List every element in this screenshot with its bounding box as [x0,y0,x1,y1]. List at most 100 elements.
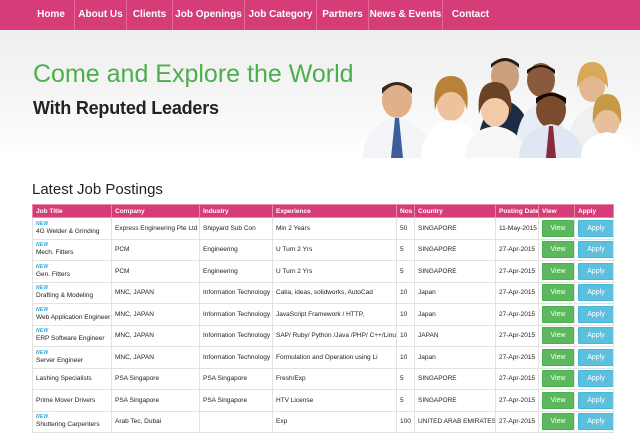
view-cell: View [538,324,575,347]
industry-cell: PSA Singapore [199,389,273,412]
header-posting-date: Posting Date [495,204,539,218]
job-title-link[interactable]: Gen. Fitters [36,270,108,279]
company-cell: MNC, JAPAN [111,346,200,369]
apply-cell: Apply [574,260,614,283]
apply-button[interactable]: Apply [578,305,613,323]
apply-cell: Apply [574,389,614,412]
table-row: NEW Shuttering Carpenters Arab Tec, Dubai E… [32,410,614,433]
apply-cell: Apply [574,367,614,390]
view-button[interactable]: View [542,370,574,388]
header-country: Country [414,204,496,218]
nav-news-events[interactable]: News & Events [368,0,442,30]
job-title-link[interactable]: Web Application Engineer [36,313,110,322]
job-title-link[interactable]: Prime Mover Drivers [36,396,108,405]
view-cell: View [538,303,575,326]
apply-button[interactable]: Apply [578,262,613,280]
header-industry: Industry [199,204,273,218]
apply-button[interactable]: Apply [578,370,613,388]
table-row: NEW Gen. Fitters PCM Engineering U Turn 2 Yr… [32,260,614,283]
hero-subtitle: With Reputed Leaders [33,98,219,118]
posting-date-cell: 11-May-2015 [495,217,539,240]
nos-cell: 5 [396,389,415,412]
table-row: NEW ERP Software Engineer MNC, JAPAN Inform… [32,324,614,347]
view-button[interactable]: View [542,348,574,366]
company-cell: MNC, JAPAN [111,324,200,347]
job-title-link[interactable]: 4G Welder & Grinding [36,227,108,236]
job-title-cell: NEW Drafting & Modeling [32,281,112,304]
job-postings-table: Job Title Company Industry Experience No… [32,204,614,433]
view-button[interactable]: View [542,305,574,323]
view-button[interactable]: View [542,391,574,409]
job-title-link[interactable]: Shuttering Carpenters [36,420,108,429]
table-row: NEW Server Engineer MNC, JAPAN Information … [32,346,614,369]
experience-cell: JavaScript Framework / HTTP, [272,303,397,326]
nav-partners[interactable]: Partners [316,0,368,30]
company-cell: MNC, JAPAN [111,281,200,304]
main-nav: Home About Us Clients Job Openings Job C… [0,0,640,30]
job-title-link[interactable]: Mech. Fitters [36,248,108,257]
view-cell: View [538,410,575,433]
job-title-link[interactable]: ERP Software Engineer [36,334,108,343]
apply-cell: Apply [574,281,614,304]
job-title-link[interactable]: Lashing Specialists [36,374,108,383]
header-nos: Nos [396,204,415,218]
table-row: NEW Web Application Engineer MNC, JAPAN Inf… [32,303,614,326]
apply-button[interactable]: Apply [578,391,613,409]
nav-job-category[interactable]: Job Category [244,0,316,30]
view-cell: View [538,217,575,240]
nos-cell: 50 [396,217,415,240]
hero-banner: Come and Explore the World With Reputed … [0,30,640,158]
apply-button[interactable]: Apply [578,241,613,259]
nav-about-us[interactable]: About Us [74,0,126,30]
posting-date-cell: 27-Apr-2015 [495,238,539,261]
nav-home[interactable]: Home [28,0,74,30]
job-title-cell: NEW Web Application Engineer [32,303,112,326]
view-button[interactable]: View [542,241,574,259]
apply-cell: Apply [574,217,614,240]
job-title-cell: NEW 4G Welder & Grinding [32,217,112,240]
apply-button[interactable]: Apply [578,348,613,366]
view-cell: View [538,260,575,283]
nav-clients[interactable]: Clients [126,0,172,30]
nav-job-openings[interactable]: Job Openings [172,0,244,30]
apply-button[interactable]: Apply [578,327,613,345]
view-cell: View [538,281,575,304]
nos-cell: 10 [396,281,415,304]
job-title-link[interactable]: Drafting & Modeling [36,291,108,300]
posting-date-cell: 27-Apr-2015 [495,260,539,283]
nos-cell: 10 [396,324,415,347]
nos-cell: 5 [396,367,415,390]
experience-cell: HTV License [272,389,397,412]
nav-contact[interactable]: Contact [442,0,498,30]
posting-date-cell: 27-Apr-2015 [495,346,539,369]
job-title-cell: NEW Shuttering Carpenters [32,410,112,433]
posting-date-cell: 27-Apr-2015 [495,389,539,412]
apply-button[interactable]: Apply [578,413,613,431]
country-cell: JAPAN [414,324,496,347]
posting-date-cell: 27-Apr-2015 [495,367,539,390]
person-front-1 [363,82,431,158]
view-button[interactable]: View [542,284,574,302]
job-title-cell: NEW Gen. Fitters [32,260,112,283]
view-button[interactable]: View [542,219,574,237]
job-title-link[interactable]: Server Engineer [36,356,108,365]
job-title-cell: Lashing Specialists [32,367,112,390]
apply-cell: Apply [574,346,614,369]
nos-cell: 10 [396,303,415,326]
view-button[interactable]: View [542,262,574,280]
table-row: Lashing Specialists PSA Singapore PSA Sing… [32,367,614,390]
view-button[interactable]: View [542,413,574,431]
table-row: NEW Mech. Fitters PCM Engineering U Turn 2 Y… [32,238,614,261]
apply-cell: Apply [574,238,614,261]
view-cell: View [538,238,575,261]
country-cell: SINGAPORE [414,217,496,240]
table-row: Prime Mover Drivers PSA Singapore PSA Sing… [32,389,614,412]
job-title-cell: NEW Server Engineer [32,346,112,369]
apply-button[interactable]: Apply [578,219,613,237]
view-button[interactable]: View [542,327,574,345]
table-row: NEW 4G Welder & Grinding Express Engineeri… [32,217,614,240]
company-cell: PSA Singapore [111,389,200,412]
apply-button[interactable]: Apply [578,284,613,302]
job-title-cell: NEW ERP Software Engineer [32,324,112,347]
table-header-row: Job Title Company Industry Experience No… [32,204,614,218]
